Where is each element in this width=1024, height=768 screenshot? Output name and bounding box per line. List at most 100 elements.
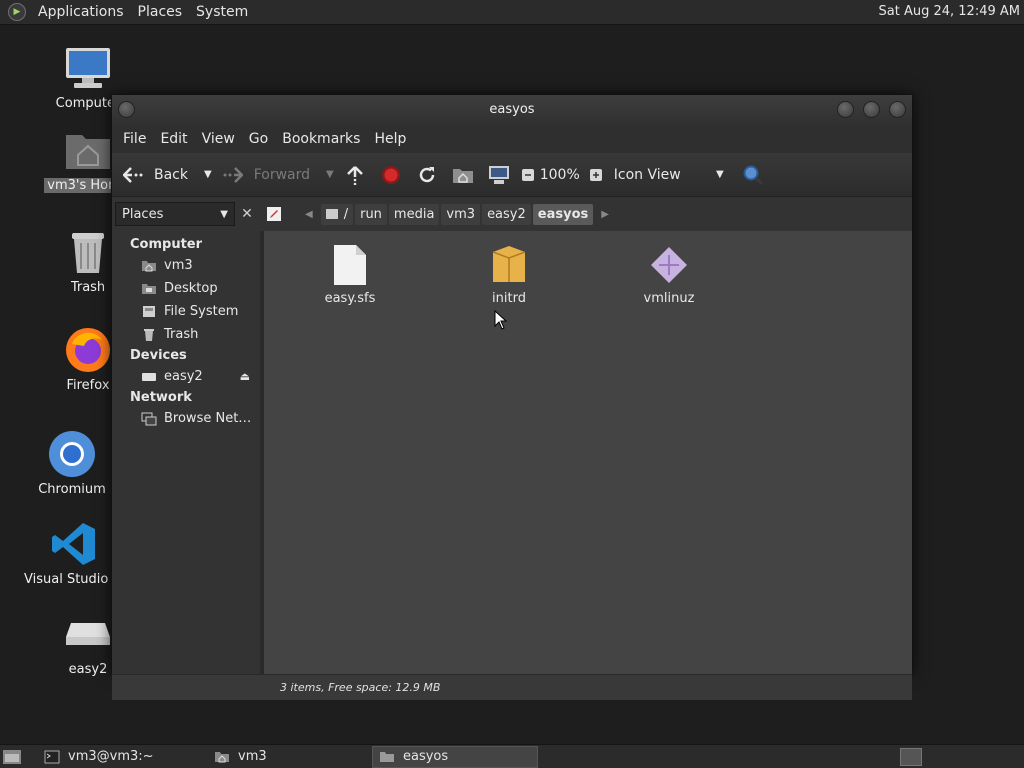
up-icon[interactable] bbox=[344, 164, 366, 186]
task-vm3[interactable]: vm3 bbox=[208, 746, 366, 768]
breadcrumb: ◀ / run media vm3 easy2 easyos ▶ bbox=[299, 203, 615, 225]
menu-view[interactable]: View bbox=[195, 131, 242, 147]
view-mode-select[interactable]: Icon View ▼ bbox=[614, 167, 724, 183]
terminal-icon bbox=[44, 750, 60, 764]
desktop-icon-vscode[interactable]: Visual Studio Code bbox=[24, 520, 124, 591]
desktop-label: easy2 bbox=[68, 662, 108, 677]
toolbar: Back ▼ Forward ▼ 100% Icon View ▼ bbox=[112, 153, 912, 197]
places-select-label: Places bbox=[122, 206, 164, 222]
file-item-initrd[interactable]: initrd bbox=[459, 243, 559, 306]
forward-label: Forward bbox=[253, 166, 311, 183]
scroll-left-icon[interactable]: ◀ bbox=[299, 209, 319, 220]
sidebar-item-label: Desktop bbox=[164, 281, 218, 296]
sidebar-item-label: Trash bbox=[164, 327, 199, 342]
places-select[interactable]: Places ▼ bbox=[115, 202, 235, 226]
reload-icon[interactable] bbox=[416, 164, 438, 186]
menu-file[interactable]: File bbox=[116, 131, 153, 147]
taskbar-menu-icon[interactable] bbox=[0, 746, 24, 768]
desktop-label: Firefox bbox=[66, 378, 110, 393]
forward-dropdown-icon[interactable]: ▼ bbox=[326, 169, 334, 180]
sidebar-heading-devices: Devices bbox=[130, 348, 187, 363]
close-button[interactable] bbox=[889, 101, 906, 118]
menu-system[interactable]: System bbox=[190, 4, 254, 20]
sidebar-heading-network: Network bbox=[130, 390, 192, 405]
folder-icon bbox=[379, 750, 395, 764]
document-icon bbox=[330, 243, 370, 287]
sidebar-item-easy2[interactable]: easy2 ⏏ bbox=[112, 365, 260, 388]
home-folder-icon bbox=[64, 126, 112, 174]
mouse-pointer-icon bbox=[494, 310, 508, 330]
window-titlebar[interactable]: easyos bbox=[112, 95, 912, 125]
menu-places[interactable]: Places bbox=[132, 4, 189, 20]
crumb-vm3[interactable]: vm3 bbox=[441, 203, 481, 225]
top-menu: Applications Places System bbox=[32, 4, 254, 20]
window-body: Computer vm3 Desktop File System Trash D… bbox=[112, 231, 912, 674]
home-icon[interactable] bbox=[452, 164, 474, 186]
sidebar-item-trash[interactable]: Trash bbox=[112, 323, 260, 346]
scroll-right-icon[interactable]: ▶ bbox=[595, 209, 615, 220]
desktop-label: Visual Studio Code bbox=[24, 572, 124, 587]
back-button[interactable]: Back ▼ bbox=[122, 164, 212, 186]
view-mode-dropdown-icon: ▼ bbox=[716, 169, 724, 180]
show-desktop-icon[interactable] bbox=[900, 748, 922, 766]
clock[interactable]: Sat Aug 24, 12:49 AM bbox=[879, 4, 1020, 19]
menu-applications[interactable]: Applications bbox=[32, 4, 130, 20]
menu-help[interactable]: Help bbox=[367, 131, 413, 147]
crumb-easy2[interactable]: easy2 bbox=[482, 203, 531, 225]
location-bar: Places ▼ ✕ ◀ / run media vm3 easy2 easyo… bbox=[112, 197, 912, 231]
back-dropdown-icon[interactable]: ▼ bbox=[204, 169, 212, 180]
trash-icon bbox=[64, 228, 112, 276]
task-label: vm3@vm3:~ bbox=[68, 749, 154, 764]
sidebar-item-label: Browse Net… bbox=[164, 411, 252, 426]
file-name: easy.sfs bbox=[324, 291, 376, 306]
desktop-icon bbox=[141, 282, 157, 296]
kernel-icon bbox=[649, 243, 689, 287]
computer-icon bbox=[64, 44, 112, 92]
sidebar-item-desktop[interactable]: Desktop bbox=[112, 277, 260, 300]
sidebar-item-filesystem[interactable]: File System bbox=[112, 300, 260, 323]
zoom-in-icon[interactable] bbox=[588, 164, 604, 186]
desktop-icon-chromium[interactable]: Chromium bbox=[22, 430, 122, 501]
top-panel: ▶ Applications Places System Sat Aug 24,… bbox=[0, 0, 1024, 25]
vscode-icon bbox=[50, 520, 98, 568]
crumb-media[interactable]: media bbox=[388, 203, 440, 225]
forward-button[interactable]: Forward ▼ bbox=[222, 164, 334, 186]
chevron-down-icon: ▼ bbox=[220, 208, 228, 220]
zoom-level: 100% bbox=[539, 166, 580, 183]
task-easyos[interactable]: easyos bbox=[372, 745, 538, 768]
task-label: vm3 bbox=[238, 749, 267, 764]
menu-edit[interactable]: Edit bbox=[153, 131, 194, 147]
file-manager-window: easyos File Edit View Go Bookmarks Help … bbox=[111, 94, 913, 700]
computer-icon[interactable] bbox=[488, 164, 510, 186]
back-label: Back bbox=[154, 166, 188, 183]
minimize-button[interactable] bbox=[837, 101, 854, 118]
crumb-easyos[interactable]: easyos bbox=[532, 203, 594, 225]
maximize-button[interactable] bbox=[863, 101, 880, 118]
menu-go[interactable]: Go bbox=[242, 131, 275, 147]
menu-bookmarks[interactable]: Bookmarks bbox=[275, 131, 367, 147]
menubar: File Edit View Go Bookmarks Help bbox=[112, 125, 912, 153]
crumb-root-label: / bbox=[343, 206, 349, 222]
taskbar: vm3@vm3:~ vm3 easyos bbox=[0, 744, 1024, 768]
drive-icon bbox=[64, 610, 112, 658]
file-view[interactable]: easy.sfs initrd vmlinuz bbox=[264, 231, 912, 674]
eject-icon[interactable]: ⏏ bbox=[240, 370, 250, 383]
window-menu-button[interactable] bbox=[118, 101, 135, 118]
places-sidebar: Computer vm3 Desktop File System Trash D… bbox=[112, 231, 264, 674]
window-title: easyos bbox=[489, 102, 535, 117]
search-icon[interactable] bbox=[742, 164, 764, 186]
file-item-vmlinuz[interactable]: vmlinuz bbox=[619, 243, 719, 306]
sidebar-item-vm3[interactable]: vm3 bbox=[112, 254, 260, 277]
sidebar-item-browse-network[interactable]: Browse Net… bbox=[112, 407, 260, 430]
task-terminal[interactable]: vm3@vm3:~ bbox=[38, 746, 202, 768]
edit-location-icon[interactable] bbox=[265, 203, 283, 225]
crumb-root[interactable]: / bbox=[320, 203, 354, 225]
close-sidebar-icon[interactable]: ✕ bbox=[237, 204, 257, 224]
file-item-easy-sfs[interactable]: easy.sfs bbox=[300, 243, 400, 306]
system-logo-icon[interactable]: ▶ bbox=[8, 3, 26, 21]
zoom-out-icon[interactable] bbox=[520, 164, 536, 186]
desktop-label: Chromium bbox=[38, 482, 106, 497]
stop-icon[interactable] bbox=[380, 164, 402, 186]
crumb-run[interactable]: run bbox=[355, 203, 387, 225]
sidebar-item-label: File System bbox=[164, 304, 239, 319]
